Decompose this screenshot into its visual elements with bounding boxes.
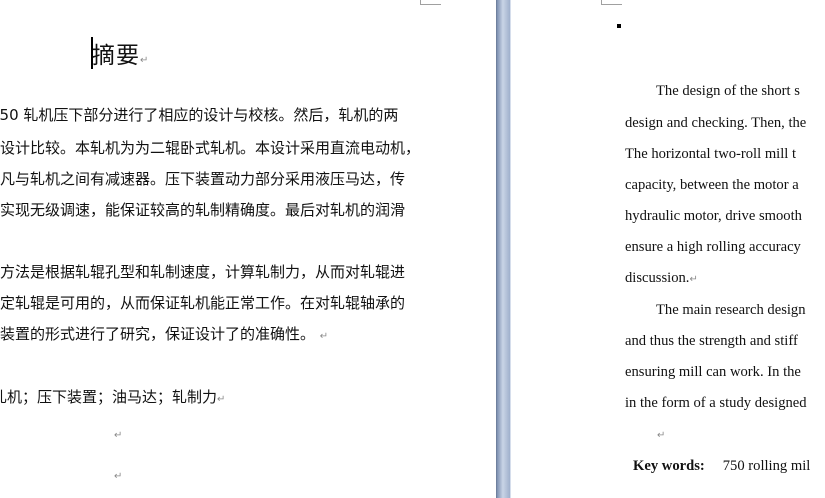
paragraph-mark: ↵ xyxy=(319,331,329,342)
abstract-line[interactable]: capacity, between the motor a xyxy=(625,177,799,194)
keywords-line[interactable]: 轧机；压下装置；油马达；轧制力↵ xyxy=(0,386,422,407)
paragraph-mark: ↵ xyxy=(140,55,150,66)
page-corner-marker xyxy=(601,0,622,5)
abstract-line[interactable]: ensure a high rolling accuracy xyxy=(625,239,801,256)
abstract-line[interactable]: 装置的形式进行了研究，保证设计了的准确性。 ↵ xyxy=(0,323,430,344)
abstract-line[interactable]: discussion.↵ xyxy=(625,270,698,287)
paragraph-mark: ↵ xyxy=(217,394,226,405)
abstract-line[interactable]: The horizontal two-roll mill t xyxy=(625,146,796,163)
abstract-line[interactable]: The main research design xyxy=(656,302,806,319)
abstract-line[interactable]: 方法是根据轧辊孔型和轧制速度，计算轧制力，从而对轧辊进 xyxy=(0,261,430,282)
paragraph-mark: ↵ xyxy=(657,430,666,441)
keywords-value: 750 rolling mil xyxy=(722,458,811,474)
abstract-line[interactable]: ensuring mill can work. In the xyxy=(625,364,801,381)
paragraph-mark: ↵ xyxy=(689,274,698,285)
abstract-title[interactable]: 摘要↵ xyxy=(92,36,149,70)
left-document-page[interactable]: 摘要↵ 750 轧机压下部分进行了相应的设计与校核。然后，轧机的两 设计比较。本… xyxy=(0,0,496,498)
paragraph-mark: ↵ xyxy=(114,430,123,441)
abstract-line[interactable]: 实现无级调速，能保证较高的轧制精确度。最后对轧机的润滑 xyxy=(0,199,430,220)
abstract-line[interactable]: in the form of a study designed xyxy=(625,395,807,412)
bullet-dot xyxy=(617,24,621,28)
abstract-line[interactable]: hydraulic motor, drive smooth xyxy=(625,208,802,225)
keywords-label: Key words: xyxy=(633,458,705,474)
abstract-line[interactable]: design and checking. Then, the xyxy=(625,115,806,132)
abstract-line[interactable]: 凡与轧机之间有减速器。压下装置动力部分采用液压马达，传 xyxy=(0,168,430,189)
page-corner-marker xyxy=(420,0,441,5)
abstract-line[interactable]: The design of the short s xyxy=(656,83,800,100)
page-gutter xyxy=(496,0,511,498)
abstract-line[interactable]: 定轧辊是可用的，从而保证轧机能正常工作。在对轧辊轴承的 xyxy=(0,292,430,313)
right-document-page[interactable]: The design of the short s design and che… xyxy=(511,0,825,498)
keywords-line[interactable]: Key words: 750 rolling mil xyxy=(633,458,810,475)
paragraph-mark: ↵ xyxy=(114,471,123,482)
abstract-line[interactable]: 设计比较。本轧机为为二辊卧式轧机。本设计采用直流电动机， xyxy=(0,137,430,158)
abstract-line[interactable]: 750 轧机压下部分进行了相应的设计与校核。然后，轧机的两 xyxy=(0,104,420,125)
abstract-line[interactable]: and thus the strength and stiff xyxy=(625,333,798,350)
